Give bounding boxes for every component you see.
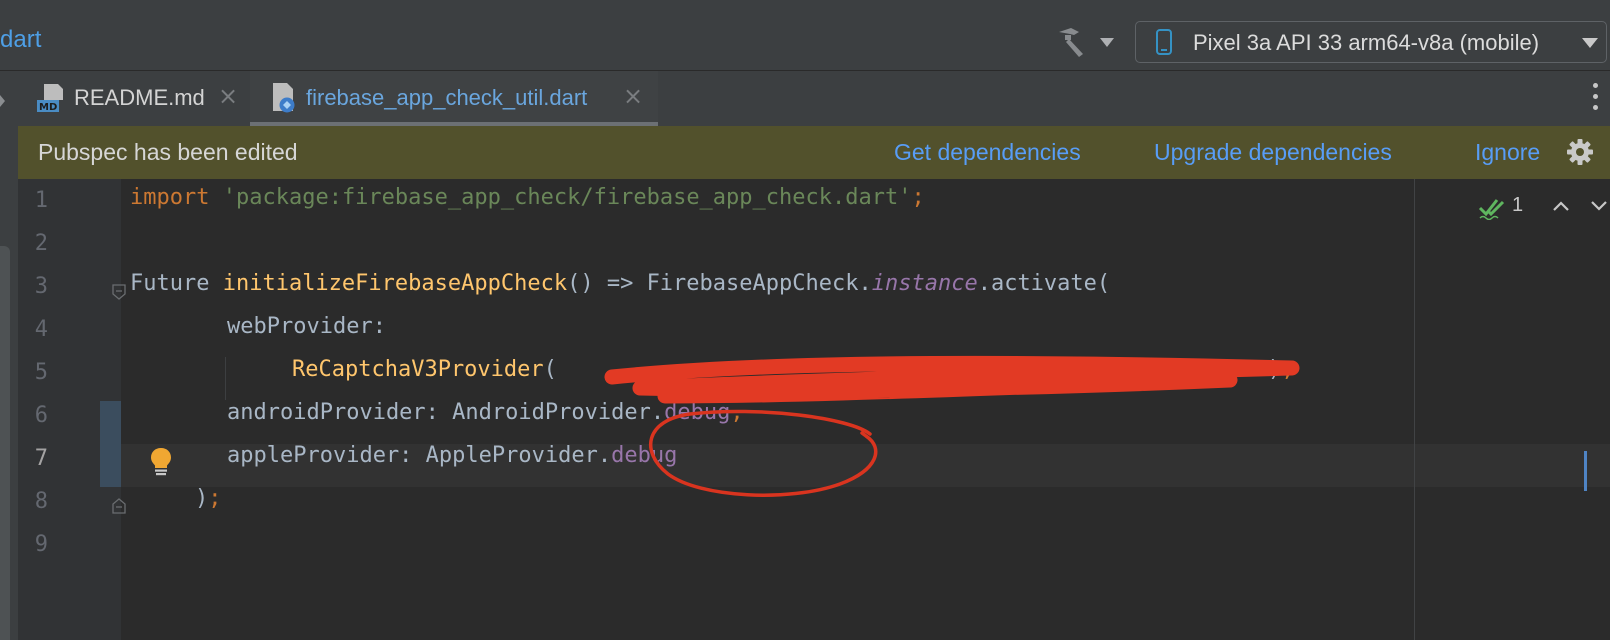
chevron-up-icon[interactable] (1552, 200, 1570, 212)
chevron-down-icon (1582, 38, 1598, 48)
code-line-5: ReCaptchaV3Provider( (292, 357, 557, 382)
line-number: 5 (34, 360, 48, 385)
ignore-link[interactable]: Ignore (1475, 139, 1540, 166)
inspection-widget[interactable]: 1 (1478, 194, 1610, 222)
double-check-icon (1478, 199, 1505, 220)
gear-icon[interactable] (1566, 138, 1594, 166)
line-number: 1 (34, 188, 48, 213)
changed-line-marker (100, 401, 121, 444)
line-number: 8 (34, 489, 48, 514)
tab-readme-label: README.md (74, 85, 205, 110)
lightbulb-icon[interactable] (150, 447, 172, 477)
tab-scroll-left-icon[interactable] (0, 95, 5, 107)
line-number: 3 (34, 274, 48, 299)
device-selector-dropdown[interactable]: Pixel 3a API 33 arm64-v8a (mobile) (1135, 21, 1607, 63)
close-icon[interactable]: × (622, 84, 644, 108)
indent-guide (225, 357, 226, 400)
left-panel-scroll-indicator[interactable] (0, 246, 10, 640)
chevron-down-icon[interactable] (1590, 200, 1608, 212)
right-margin-guide (1414, 179, 1415, 640)
code-line-1: import 'package:firebase_app_check/fireb… (130, 185, 925, 210)
line-number: 6 (34, 403, 48, 428)
svg-text:MD: MD (39, 102, 57, 113)
device-selector-label: Pixel 3a API 33 arm64-v8a (mobile) (1193, 30, 1540, 55)
line-number: 4 (34, 317, 48, 342)
line-number-current: 7 (34, 446, 48, 471)
more-vertical-icon[interactable] (1593, 83, 1599, 113)
code-line-4: webProvider: (227, 314, 386, 339)
line-number: 2 (34, 231, 48, 256)
tab-readme[interactable]: MD README.md × (22, 71, 247, 126)
current-line-gutter-highlight (100, 444, 121, 487)
code-line-7: appleProvider: AppleProvider.debug (227, 443, 678, 468)
run-config-dropdown-caret-icon[interactable] (1100, 38, 1114, 47)
line-number: 9 (34, 532, 48, 557)
markdown-file-icon: MD (37, 84, 63, 113)
breadcrumb-dart[interactable]: dart (0, 26, 41, 54)
scroll-caret-marker (1584, 451, 1587, 491)
banner-message: Pubspec has been edited (38, 139, 298, 165)
navigation-toolbar: dart Pixel 3a API 33 arm64-v8a (mobile) (0, 0, 1610, 71)
inspection-count: 1 (1512, 194, 1524, 216)
get-dependencies-link[interactable]: Get dependencies (894, 139, 1081, 166)
code-line-8: ); (195, 486, 222, 511)
tab-firebase-app-check-util[interactable]: firebase_app_check_util.dart × (250, 71, 658, 126)
fold-start-icon[interactable] (112, 284, 126, 300)
code-line-6: androidProvider: AndroidProvider.debug, (227, 400, 744, 425)
build-hammer-icon[interactable] (1054, 26, 1088, 58)
pubspec-notification-banner: Pubspec has been edited Get dependencies… (18, 126, 1610, 179)
code-line-5-end: ), (1268, 357, 1295, 382)
fold-end-icon[interactable] (112, 498, 126, 514)
tab-firebase-app-check-util-label: firebase_app_check_util.dart (306, 85, 588, 110)
editor-tab-strip: MD README.md × firebase_app_check_util.d… (0, 71, 1610, 127)
close-icon[interactable]: × (217, 84, 239, 108)
code-line-3: Future initializeFirebaseAppCheck() => F… (130, 271, 1111, 296)
upgrade-dependencies-link[interactable]: Upgrade dependencies (1154, 139, 1392, 166)
dart-file-icon (273, 83, 295, 113)
phone-device-icon (1156, 29, 1172, 55)
